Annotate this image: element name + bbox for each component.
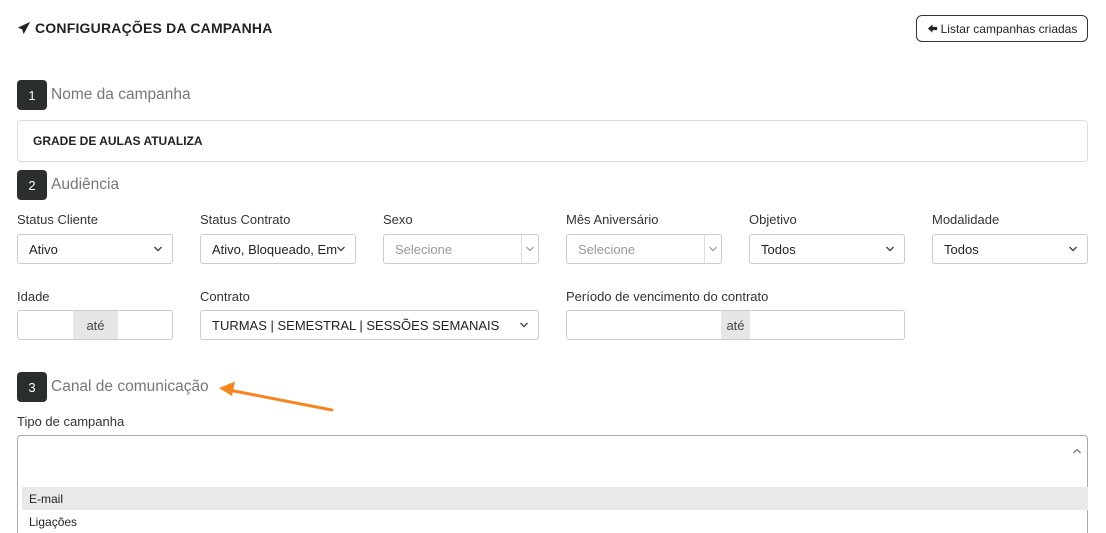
contrato-value: TURMAS | SEMESTRAL | SESSÕES SEMANAIS xyxy=(212,317,500,333)
sexo-select[interactable]: Selecione xyxy=(383,234,539,264)
chevron-down-icon xyxy=(886,246,894,252)
objetivo-select[interactable]: Todos xyxy=(749,234,905,264)
campaign-name-input[interactable]: GRADE DE AULAS ATUALIZA xyxy=(17,120,1088,162)
sexo-label: Sexo xyxy=(383,212,413,227)
status-contrato-select[interactable]: Ativo, Bloqueado, Em xyxy=(200,234,356,264)
status-cliente-value: Ativo xyxy=(29,241,58,257)
status-contrato-label: Status Contrato xyxy=(200,212,291,227)
periodo-start-input[interactable] xyxy=(567,311,721,339)
tipo-campanha-label: Tipo de campanha xyxy=(17,414,125,429)
page-title: CONFIGURAÇÕES DA CAMPANHA xyxy=(35,20,273,36)
step-title: Canal de comunicação xyxy=(51,378,209,395)
step-number-badge: 1 xyxy=(17,80,47,110)
objetivo-label: Objetivo xyxy=(749,212,797,227)
contrato-label: Contrato xyxy=(200,289,250,304)
idade-label: Idade xyxy=(17,289,50,304)
periodo-end-input[interactable] xyxy=(750,311,904,339)
modalidade-label: Modalidade xyxy=(932,212,1000,227)
option-ligacoes[interactable]: Ligações xyxy=(22,510,1088,533)
select-divider xyxy=(521,235,522,263)
periodo-separator: até xyxy=(721,311,750,339)
mes-aniversario-select[interactable]: Selecione xyxy=(566,234,722,264)
chevron-down-icon xyxy=(520,322,528,328)
status-contrato-value: Ativo, Bloqueado, Em xyxy=(212,241,338,257)
modalidade-select[interactable]: Todos xyxy=(932,234,1088,264)
idade-max-input[interactable] xyxy=(118,311,172,339)
arrow-left-icon xyxy=(927,24,937,33)
sexo-placeholder: Selecione xyxy=(395,241,453,257)
option-email[interactable]: E-mail xyxy=(22,487,1088,510)
chevron-down-icon xyxy=(337,246,345,252)
chevron-down-icon xyxy=(1069,246,1077,252)
periodo-label: Período de vencimento do contrato xyxy=(566,289,769,304)
idade-range: até xyxy=(17,310,173,340)
tipo-campanha-select[interactable]: E-mail Ligações xyxy=(17,435,1088,533)
contrato-select[interactable]: TURMAS | SEMESTRAL | SESSÕES SEMANAIS xyxy=(200,310,539,340)
chevron-down-icon xyxy=(154,246,162,252)
chevron-down-icon xyxy=(709,246,717,252)
step-1-header: 1 Nome da campanha xyxy=(17,80,191,110)
periodo-range: até xyxy=(566,310,905,340)
objetivo-value: Todos xyxy=(761,241,796,257)
step-title: Nome da campanha xyxy=(51,86,191,103)
annotation-arrow-icon xyxy=(219,381,334,412)
status-cliente-label: Status Cliente xyxy=(17,212,98,227)
idade-min-input[interactable] xyxy=(18,311,73,339)
select-divider xyxy=(704,235,705,263)
modalidade-value: Todos xyxy=(944,241,979,257)
chevron-up-icon xyxy=(1073,448,1081,454)
status-cliente-select[interactable]: Ativo xyxy=(17,234,173,264)
page-header: CONFIGURAÇÕES DA CAMPANHA xyxy=(17,18,273,38)
step-2-header: 2 Audiência xyxy=(17,170,119,200)
step-number-badge: 2 xyxy=(17,170,47,200)
step-3-header: 3 Canal de comunicação xyxy=(17,372,209,402)
paper-plane-icon xyxy=(17,21,31,35)
list-campaigns-button[interactable]: Listar campanhas criadas xyxy=(916,15,1088,42)
step-title: Audiência xyxy=(51,176,120,193)
list-campaigns-label: Listar campanhas criadas xyxy=(940,21,1078,36)
mes-aniversario-placeholder: Selecione xyxy=(578,241,636,257)
mes-aniversario-label: Mês Aniversário xyxy=(566,212,659,227)
idade-separator: até xyxy=(73,311,118,339)
chevron-down-icon xyxy=(526,246,534,252)
step-number-badge: 3 xyxy=(17,372,47,402)
